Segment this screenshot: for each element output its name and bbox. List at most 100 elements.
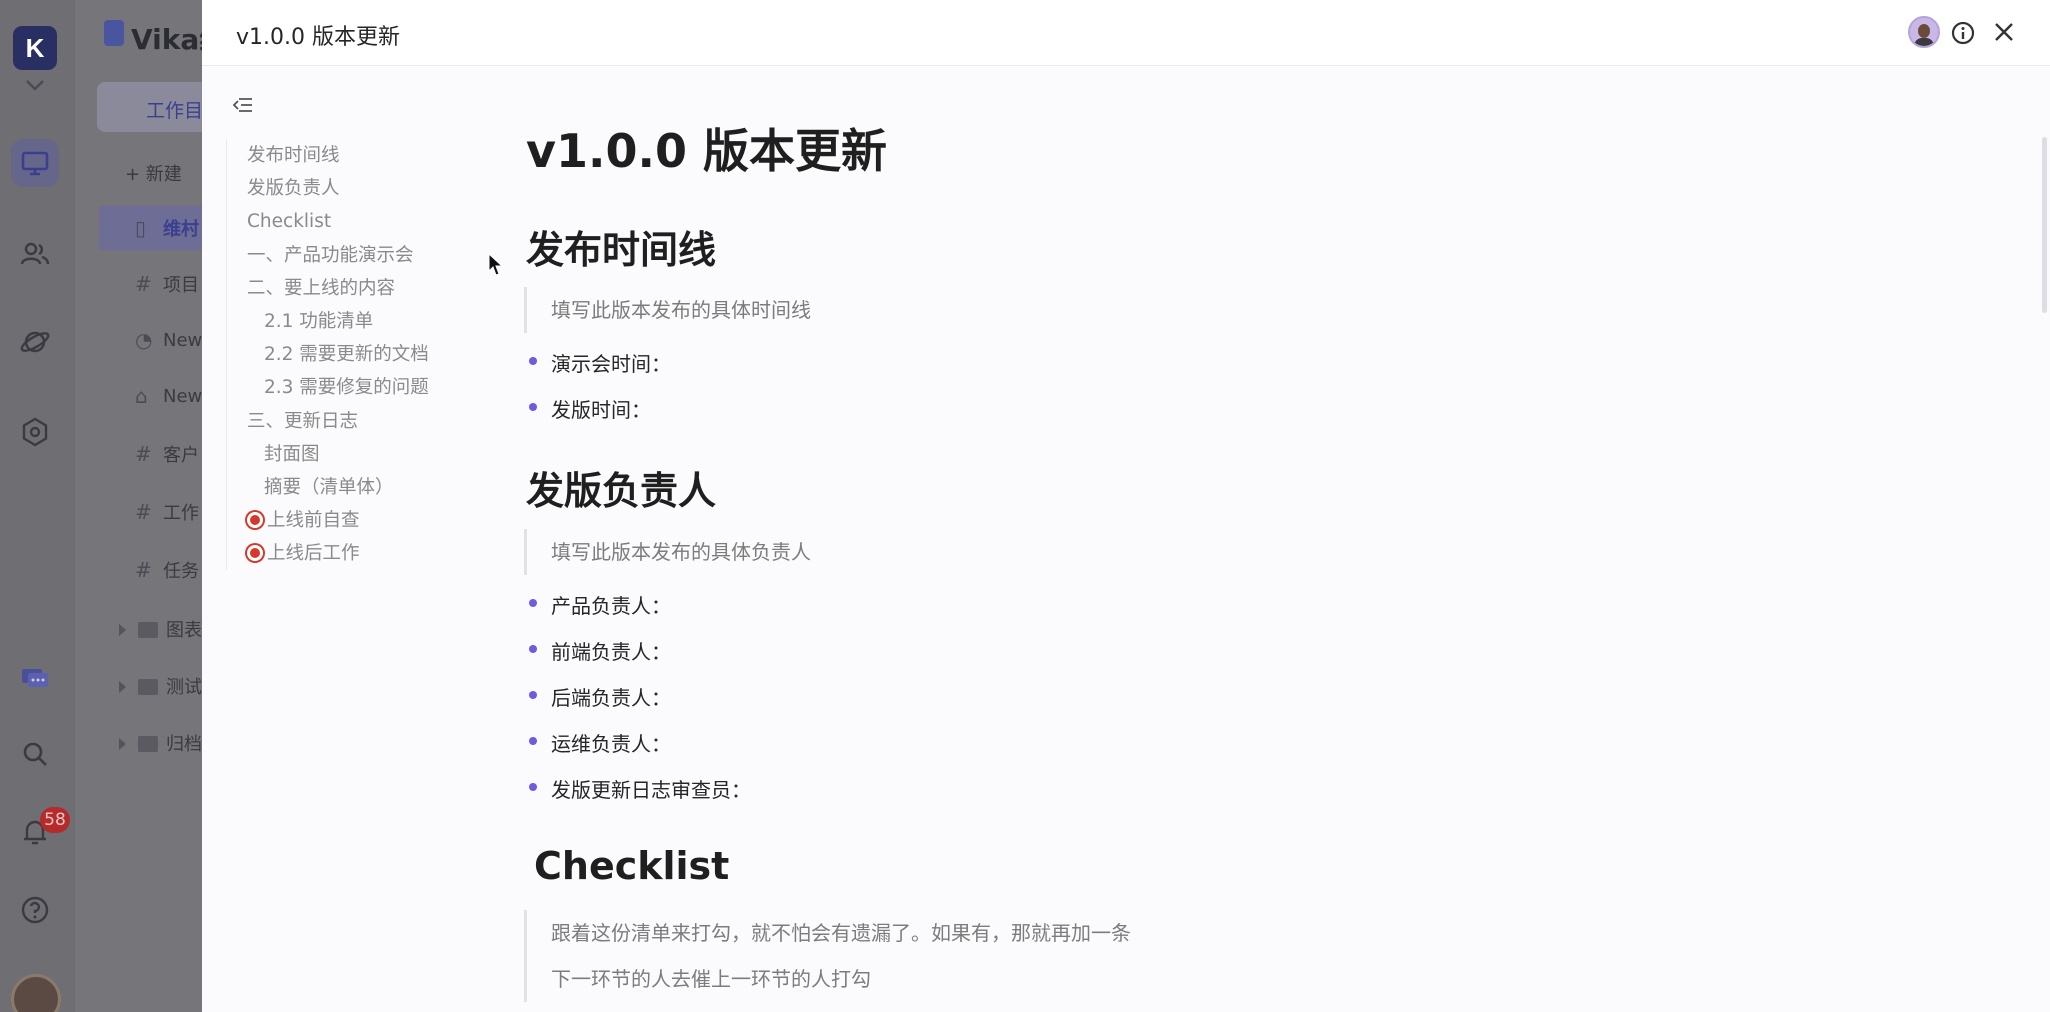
list-item: 运维负责人： bbox=[529, 728, 671, 757]
outline-item-label: 2.2 需要更新的文档 bbox=[264, 344, 429, 366]
outline-item[interactable]: 封面图 bbox=[227, 438, 466, 471]
outline-item[interactable]: 二、要上线的内容 bbox=[227, 272, 466, 305]
document-body: 发布时间线 发版负责人 Checklist 一、产品功能演示会 二、要上线的内容 2.1 … bbox=[202, 67, 2050, 1012]
outline-item[interactable]: 发版负责人 bbox=[227, 172, 466, 205]
dashboard-icon: ◔ bbox=[135, 328, 153, 352]
users-icon bbox=[20, 242, 50, 265]
catalog-item[interactable]: # 任务 bbox=[99, 548, 205, 592]
outline-item-label: 发布时间线 bbox=[247, 145, 340, 166]
notification-badge: 58 bbox=[40, 807, 70, 833]
scrollbar[interactable] bbox=[2042, 137, 2047, 313]
folder-item[interactable]: 归档 bbox=[119, 730, 202, 756]
catalog-item[interactable]: # 项目 bbox=[99, 262, 205, 306]
catalog-item[interactable]: # 客户 bbox=[99, 432, 205, 476]
drawer-header: v1.0.0 版本更新 bbox=[202, 0, 2050, 66]
catalog-item[interactable]: ◔ New bbox=[99, 318, 205, 362]
chevron-down-icon[interactable] bbox=[24, 78, 46, 92]
outline-item-label: 2.1 功能清单 bbox=[264, 310, 374, 332]
tab-catalog[interactable]: 工作目 bbox=[97, 82, 205, 132]
outline-item[interactable]: 发布时间线 bbox=[227, 139, 466, 172]
monitor-icon bbox=[21, 151, 49, 176]
outline-item-label: 上线前自查 bbox=[267, 510, 360, 532]
expand-arrow-icon bbox=[119, 624, 126, 636]
list-item: 发版更新日志审查员： bbox=[529, 774, 751, 803]
folder-item[interactable]: 图表 bbox=[119, 616, 202, 642]
chat-icon bbox=[22, 669, 48, 687]
outline-item-label: 封面图 bbox=[264, 443, 320, 465]
outline-item-label: 2.3 需要修复的问题 bbox=[264, 377, 429, 399]
collaborator-avatar[interactable] bbox=[1908, 16, 1940, 48]
help-icon bbox=[21, 896, 49, 924]
outline-item[interactable]: 上线前自查 bbox=[227, 504, 466, 537]
blockquote: 填写此版本发布的具体负责人 bbox=[524, 529, 811, 575]
mouse-cursor-icon bbox=[488, 253, 504, 276]
catalog-item[interactable]: ▯ 维村 bbox=[99, 206, 205, 250]
quote-text: 跟着这份清单来打勾，就不怕会有遗漏了。如果有，那就再加一条 bbox=[551, 921, 1131, 945]
space-name[interactable]: Vika维 bbox=[103, 18, 205, 58]
expand-arrow-icon bbox=[119, 738, 126, 750]
grid-icon: # bbox=[135, 442, 152, 466]
document-title: v1.0.0 版本更新 bbox=[526, 124, 887, 178]
outline-item[interactable]: 摘要（清单体） bbox=[227, 471, 466, 504]
outline-item-label: 摘要（清单体） bbox=[264, 476, 394, 498]
search-button[interactable] bbox=[11, 730, 59, 778]
info-icon[interactable] bbox=[1950, 20, 1976, 46]
target-icon bbox=[247, 545, 263, 562]
list-item: 后端负责人： bbox=[529, 682, 671, 711]
grid-icon: # bbox=[135, 558, 152, 582]
outline-item-label: 二、要上线的内容 bbox=[247, 277, 396, 299]
quote-text: 填写此版本发布的具体负责人 bbox=[551, 540, 811, 564]
list-item: 产品负责人： bbox=[529, 590, 671, 619]
close-icon[interactable] bbox=[1990, 18, 2018, 46]
drawer-title: v1.0.0 版本更新 bbox=[236, 25, 400, 50]
outline-item-label: 三、更新日志 bbox=[247, 410, 359, 432]
folder-icon bbox=[138, 736, 158, 752]
user-avatar[interactable] bbox=[11, 974, 61, 1012]
target-icon bbox=[247, 512, 263, 529]
vika-logo-icon[interactable]: K bbox=[13, 26, 57, 70]
explore-button[interactable] bbox=[11, 318, 59, 366]
section-heading: Checklist bbox=[534, 844, 730, 888]
quote-text: 下一环节的人去催上一环节的人打勾 bbox=[551, 967, 871, 991]
folder-item[interactable]: 测试 bbox=[119, 673, 202, 699]
members-button[interactable] bbox=[11, 230, 59, 278]
catalog-item[interactable]: ⌂ New bbox=[99, 374, 205, 418]
outline-item-label: 一、产品功能演示会 bbox=[247, 244, 414, 266]
grid-icon: # bbox=[135, 272, 152, 296]
folder-icon bbox=[138, 679, 158, 695]
outline-item[interactable]: 上线后工作 bbox=[227, 537, 466, 570]
catalog-item[interactable]: # 工作 bbox=[99, 490, 205, 534]
hexagon-settings-icon bbox=[22, 417, 48, 447]
outline-item[interactable]: 三、更新日志 bbox=[227, 405, 466, 438]
app-rail: K 58 bbox=[0, 0, 75, 1012]
book-icon: ▯ bbox=[135, 216, 147, 240]
section-heading: 发版负责人 bbox=[526, 469, 717, 513]
expand-arrow-icon bbox=[119, 681, 126, 693]
blockquote: 跟着这份清单来打勾，就不怕会有遗漏了。如果有，那就再加一条 下一环节的人去催上一… bbox=[524, 910, 1131, 1002]
collapse-outline-icon[interactable] bbox=[232, 96, 254, 114]
outline-item[interactable]: Checklist bbox=[227, 205, 466, 238]
robot-icon: ⌂ bbox=[135, 384, 148, 408]
feedback-button[interactable] bbox=[11, 655, 59, 703]
outline-item[interactable]: 2.2 需要更新的文档 bbox=[227, 338, 466, 371]
help-button[interactable] bbox=[11, 886, 59, 934]
catalog-panel: Vika维 工作目 + 新建 ▯ 维村 # 项目 ◔ New ⌂ New # 客… bbox=[75, 0, 205, 1012]
search-icon bbox=[23, 742, 47, 766]
outline-item[interactable]: 2.3 需要修复的问题 bbox=[227, 371, 466, 404]
folder-icon bbox=[138, 622, 158, 638]
blockquote: 填写此版本发布的具体时间线 bbox=[524, 287, 811, 333]
list-item: 前端负责人： bbox=[529, 636, 671, 665]
new-node-button[interactable]: + 新建 bbox=[125, 160, 182, 186]
outline-item[interactable]: 2.1 功能清单 bbox=[227, 305, 466, 338]
planet-icon bbox=[20, 331, 50, 353]
section-heading: 发布时间线 bbox=[526, 228, 717, 272]
table-of-contents: 发布时间线发版负责人 Checklist 一、产品功能演示会 二、要上线的内容 2.1 … bbox=[226, 139, 466, 571]
workbench-button[interactable] bbox=[11, 139, 59, 187]
document-drawer: v1.0.0 版本更新 发布时间线 发版负责人 Checklist 一、产品功能演示会… bbox=[202, 0, 2050, 1012]
quote-text: 填写此版本发布的具体时间线 bbox=[551, 298, 811, 322]
settings-button[interactable] bbox=[11, 408, 59, 456]
grid-icon: # bbox=[135, 500, 152, 524]
list-item: 发版时间： bbox=[529, 394, 651, 423]
outline-item-label: 上线后工作 bbox=[267, 543, 360, 565]
outline-item[interactable]: 一、产品功能演示会 bbox=[227, 239, 466, 272]
